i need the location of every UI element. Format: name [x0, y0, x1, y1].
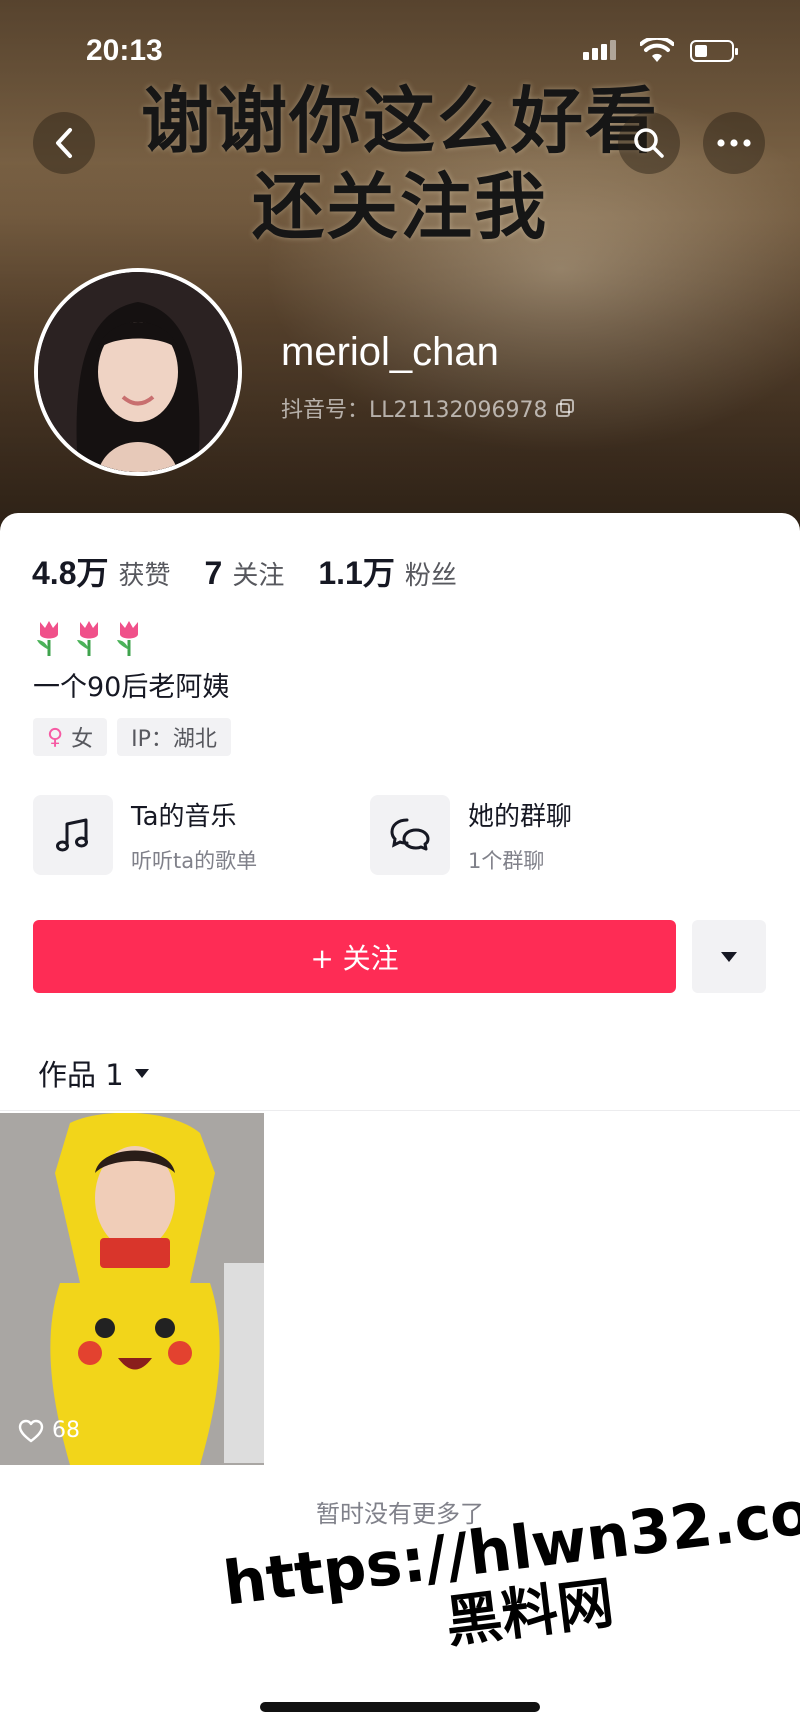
heart-icon [18, 1419, 44, 1442]
avatar-portrait [38, 272, 238, 472]
video-like-count: 68 [18, 1418, 80, 1443]
back-button[interactable] [33, 112, 95, 174]
video-thumbnail-image [0, 1113, 264, 1465]
stats-row: 4.8万 获赞 7 关注 1.1万 粉丝 [32, 548, 491, 594]
stat-label: 粉丝 [404, 561, 457, 591]
douyin-id-text: 抖音号：LL21132096978 [281, 398, 548, 423]
chevron-left-icon [56, 128, 72, 158]
music-note-icon [56, 818, 88, 852]
tulip-icon [117, 621, 138, 656]
works-tab-label: 作品 1 [38, 1058, 124, 1092]
status-time: 20:13 [86, 34, 163, 67]
bio-emoji-row [34, 618, 144, 658]
profile-tags: ♀ 女 IP：湖北 [33, 718, 231, 756]
recommend-dropdown-button[interactable] [692, 920, 766, 993]
more-dots-icon [717, 139, 751, 147]
caret-down-icon [721, 951, 737, 962]
tulip-icon [77, 621, 98, 656]
stat-likes[interactable]: 4.8万 获赞 [32, 548, 171, 594]
like-count-text: 68 [52, 1418, 80, 1443]
home-indicator[interactable] [260, 1702, 540, 1712]
tab-divider [0, 1110, 800, 1111]
more-button[interactable] [703, 112, 765, 174]
search-button[interactable] [618, 112, 680, 174]
stat-label: 关注 [232, 561, 285, 591]
ip-label: IP：湖北 [131, 727, 217, 752]
group-chat-title: 她的群聊 [468, 801, 573, 832]
stat-following[interactable]: 7 关注 [205, 555, 285, 592]
ip-tag: IP：湖北 [117, 718, 231, 756]
stat-label: 获赞 [118, 561, 171, 591]
banner-line-2: 还关注我 [251, 165, 548, 249]
douyin-id[interactable]: 抖音号：LL21132096978 [281, 392, 575, 424]
stat-value: 1.1万 [318, 555, 395, 591]
wifi-icon [640, 38, 674, 62]
female-icon: ♀ [47, 724, 64, 750]
chat-bubbles-icon [390, 818, 430, 851]
username: meriol_chan [281, 330, 499, 374]
battery-icon [690, 40, 738, 62]
avatar[interactable] [34, 268, 242, 476]
music-entry-subtitle: 听听ta的歌单 [131, 848, 258, 873]
bio-text: 一个90后老阿姨 [33, 672, 230, 703]
gender-label: 女 [71, 727, 94, 752]
tab-works[interactable]: 作品 1 [38, 1052, 150, 1094]
gender-tag: ♀ 女 [33, 718, 108, 756]
music-entry-title: Ta的音乐 [131, 801, 237, 832]
group-chat-subtitle: 1个群聊 [468, 848, 545, 873]
video-thumbnail[interactable] [0, 1113, 264, 1465]
music-entry[interactable]: Ta的音乐 听听ta的歌单 [33, 795, 257, 875]
group-chat-entry[interactable]: 她的群聊 1个群聊 [370, 795, 572, 875]
copy-icon[interactable] [555, 398, 575, 418]
caret-down-icon [134, 1068, 149, 1078]
tulip-icon [37, 621, 58, 656]
stat-value: 4.8万 [32, 555, 109, 591]
music-icon-box [33, 795, 113, 875]
stat-followers[interactable]: 1.1万 粉丝 [318, 548, 457, 594]
follow-button[interactable]: + 关注 [33, 920, 676, 993]
search-icon [634, 128, 664, 158]
stat-value: 7 [204, 555, 223, 591]
chat-icon-box [370, 795, 450, 875]
